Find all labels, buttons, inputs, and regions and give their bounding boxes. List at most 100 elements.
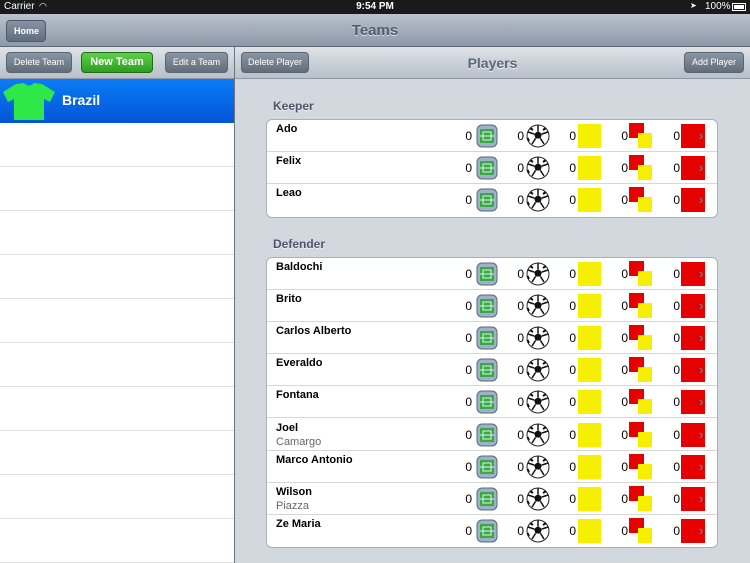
stat-count: 0 [621, 298, 628, 313]
empty-list-row [0, 343, 234, 387]
empty-list-row [0, 299, 234, 343]
yellow-card-icon [578, 454, 601, 479]
player-row[interactable]: Everaldo 0 0 0 0 0 › [267, 354, 717, 387]
stat-count: 0 [673, 266, 680, 281]
edit-team-button[interactable]: Edit a Team [165, 52, 228, 73]
stat-count: 0 [517, 427, 524, 442]
empty-list-row [0, 431, 234, 475]
chevron-right-icon: › [699, 490, 704, 506]
stat-count: 0 [621, 161, 628, 176]
chevron-right-icon: › [699, 523, 704, 539]
ball-icon [526, 262, 550, 286]
stat-count: 0 [621, 459, 628, 474]
new-team-button[interactable]: New Team [81, 52, 153, 73]
add-player-button[interactable]: Add Player [684, 52, 744, 73]
stat-count: 0 [569, 524, 576, 539]
team-row-brazil[interactable]: Brazil [0, 79, 234, 123]
stat-count: 0 [621, 129, 628, 143]
ball-icon [526, 487, 550, 511]
stat-count: 0 [569, 395, 576, 410]
player-row[interactable]: Joel Camargo 0 0 0 0 0 › [267, 419, 717, 451]
stat-count: 0 [673, 129, 680, 143]
stat-count: 0 [517, 266, 524, 281]
section-header-defender: Defender [273, 236, 326, 251]
stat-count: 0 [517, 524, 524, 539]
player-row[interactable]: Ado 0 0 0 0 0 › [267, 120, 717, 152]
second-yellow-card-icon [629, 155, 653, 181]
player-row[interactable]: Marco Antonio 0 0 0 0 0 › [267, 451, 717, 483]
field-icon [476, 358, 498, 382]
chevron-right-icon: › [699, 426, 704, 442]
stat-count: 0 [621, 266, 628, 281]
player-row[interactable]: Brito 0 0 0 0 0 › [267, 290, 717, 322]
player-row[interactable]: Ze Maria 0 0 0 0 0 › [267, 515, 717, 547]
yellow-card-icon [578, 422, 601, 447]
stat-count: 0 [517, 129, 524, 143]
stat-count: 0 [621, 193, 628, 208]
stat-count: 0 [517, 193, 524, 208]
stat-count: 0 [673, 330, 680, 345]
player-row[interactable]: Leao 0 0 0 0 0 › [267, 184, 717, 216]
stat-count: 0 [673, 459, 680, 474]
stat-count: 0 [517, 330, 524, 345]
chevron-right-icon: › [699, 192, 704, 208]
stat-count: 0 [621, 491, 628, 506]
player-name: Joel [276, 421, 299, 434]
field-icon [476, 423, 498, 447]
field-icon [476, 188, 498, 212]
empty-list-row [0, 387, 234, 431]
status-bar: Carrier ◠ 9:54 PM ➤ 100% [0, 0, 750, 14]
stat-count: 0 [517, 161, 524, 176]
teams-panel: Delete Team New Team Edit a Team Brazil [0, 47, 234, 563]
nav-bar: Home Teams [0, 14, 750, 47]
yellow-card-icon [578, 156, 601, 181]
stat-count: 0 [465, 129, 472, 143]
player-row[interactable]: Carlos Alberto 0 0 0 0 0 › [267, 322, 717, 354]
player-name: Ado [276, 123, 298, 135]
ball-icon [526, 519, 550, 543]
player-name: Everaldo [276, 357, 323, 370]
players-toolbar: Delete Player Players Add Player [235, 47, 750, 79]
stat-count: 0 [465, 298, 472, 313]
second-yellow-card-icon [629, 453, 653, 480]
stat-count: 0 [465, 161, 472, 176]
field-icon [476, 326, 498, 350]
player-row[interactable]: Wilson Piazza 0 0 0 0 0 › [267, 483, 717, 515]
stat-count: 0 [569, 330, 576, 345]
stat-count: 0 [569, 161, 576, 176]
ball-icon [526, 156, 550, 180]
player-subname: Piazza [276, 499, 310, 512]
stat-count: 0 [465, 491, 472, 506]
empty-list-row [0, 475, 234, 519]
stat-count: 0 [673, 363, 680, 378]
chevron-right-icon: › [699, 297, 704, 313]
stat-count: 0 [621, 330, 628, 345]
stat-count: 0 [465, 193, 472, 208]
field-icon [476, 124, 498, 148]
stat-count: 0 [673, 193, 680, 208]
yellow-card-icon [578, 261, 601, 286]
second-yellow-card-icon [629, 324, 653, 351]
empty-list-row [0, 167, 234, 211]
yellow-card-icon [578, 124, 601, 148]
battery-icon [732, 3, 746, 11]
second-yellow-card-icon [629, 260, 653, 287]
stat-count: 0 [673, 395, 680, 410]
stat-count: 0 [517, 491, 524, 506]
ball-icon [526, 294, 550, 318]
player-row[interactable]: Baldochi 0 0 0 0 0 › [267, 258, 717, 290]
field-icon [476, 390, 498, 414]
field-icon [476, 519, 498, 543]
field-icon [476, 262, 498, 286]
delete-team-button[interactable]: Delete Team [6, 52, 72, 73]
second-yellow-card-icon [629, 389, 653, 415]
chevron-right-icon: › [699, 458, 704, 474]
yellow-card-icon [578, 188, 601, 213]
second-yellow-card-icon [629, 187, 653, 213]
player-row[interactable]: Felix 0 0 0 0 0 › [267, 152, 717, 185]
player-row[interactable]: Fontana 0 0 0 0 0 › [267, 386, 717, 419]
player-name: Baldochi [276, 260, 323, 273]
battery-percent: 100% [705, 1, 731, 12]
ball-icon [526, 124, 550, 148]
player-name: Carlos Alberto [276, 324, 352, 337]
